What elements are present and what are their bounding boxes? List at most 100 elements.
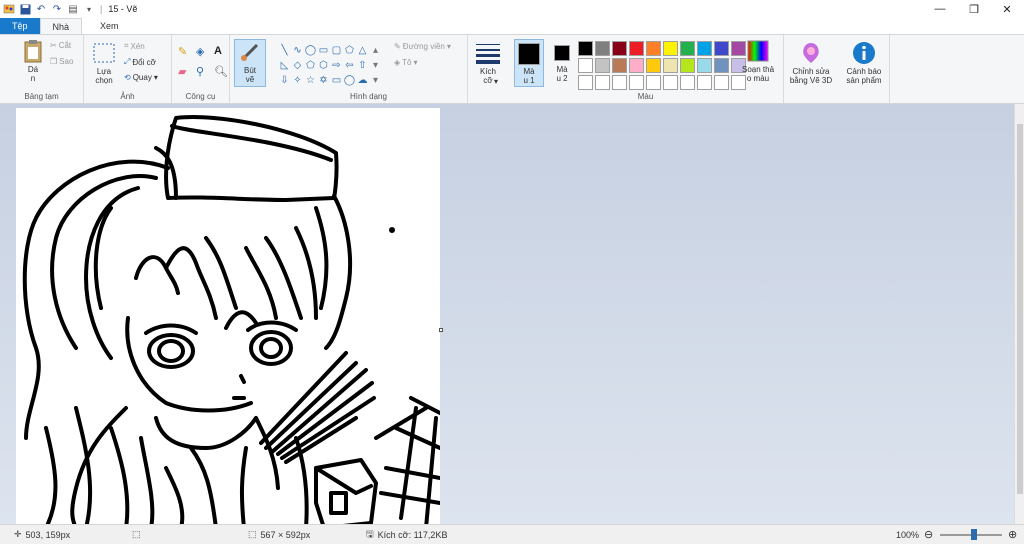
redo-icon[interactable]: ↷	[50, 2, 64, 16]
brushes-button[interactable]: Bút vẽ	[234, 39, 266, 87]
palette-swatch[interactable]	[697, 75, 712, 90]
save-icon[interactable]	[18, 2, 32, 16]
rectangle-shape-icon[interactable]: ▭	[317, 43, 330, 58]
paint-app-icon[interactable]	[2, 2, 16, 16]
palette-swatch[interactable]	[595, 75, 610, 90]
edit-colors-label: Soạn thả o màu	[741, 65, 775, 83]
curve-shape-icon[interactable]: ∿	[291, 43, 304, 58]
palette-swatch[interactable]	[629, 58, 644, 73]
paste-button[interactable]: Dá n	[20, 39, 46, 83]
copy-button[interactable]: ❐ Sao	[50, 57, 73, 66]
diamond-shape-icon[interactable]: ◇	[291, 58, 304, 73]
palette-swatch[interactable]	[612, 58, 627, 73]
edit-colors-button[interactable]: Soạn thả o màu	[738, 39, 778, 83]
print-icon[interactable]: ▤	[66, 2, 80, 16]
palette-swatch[interactable]	[595, 41, 610, 56]
fill-icon: ◈	[394, 58, 401, 67]
palette-swatch[interactable]	[714, 58, 729, 73]
close-icon[interactable]: ✕	[990, 0, 1024, 18]
right-triangle-shape-icon[interactable]: ◺	[278, 58, 291, 73]
tab-home[interactable]: Nhà	[39, 18, 83, 34]
zoom-slider-thumb[interactable]	[971, 529, 977, 540]
color1-button[interactable]: Mà u 1	[514, 39, 544, 87]
up-arrow-shape-icon[interactable]: ⇧	[356, 58, 369, 73]
canvas-resize-handle[interactable]	[439, 328, 443, 332]
four-point-star-shape-icon[interactable]: ✧	[291, 73, 304, 88]
palette-swatch[interactable]	[629, 41, 644, 56]
scroll-up-icon[interactable]: ▴	[369, 43, 382, 58]
rounded-callout-shape-icon[interactable]: ▭	[330, 73, 343, 88]
product-alert-button[interactable]: Cảnh báo sản phẩm	[840, 41, 888, 85]
crop-button[interactable]: ⌗ Xén	[124, 41, 145, 51]
canvas-workspace[interactable]	[0, 104, 1014, 524]
zoom-out-icon[interactable]: ⊖	[924, 528, 933, 541]
cut-button[interactable]: ✂ Cắt	[50, 41, 71, 50]
palette-swatch[interactable]	[697, 41, 712, 56]
six-point-star-shape-icon[interactable]: ✡	[317, 73, 330, 88]
fill-bucket-icon[interactable]: ◈	[196, 45, 204, 58]
file-size-icon: 🖫︎	[366, 528, 374, 539]
palette-swatch[interactable]	[663, 58, 678, 73]
palette-swatch[interactable]	[714, 75, 729, 90]
line-shape-icon[interactable]: ╲	[278, 43, 291, 58]
oval-callout-shape-icon[interactable]: ◯	[343, 73, 356, 88]
five-point-star-shape-icon[interactable]: ☆	[304, 73, 317, 88]
rotate-button[interactable]: ⟲ Quay ▾	[124, 73, 158, 82]
triangle-shape-icon[interactable]: △	[356, 43, 369, 58]
magnifier-icon[interactable]: 🔍︎	[214, 65, 228, 78]
left-arrow-shape-icon[interactable]: ⇦	[343, 58, 356, 73]
tab-file[interactable]: Tệp	[0, 18, 40, 34]
edit-with-paint3d-button[interactable]: Chỉnh sửa bằng Vẽ 3D	[786, 41, 836, 85]
tab-view[interactable]: Xem	[82, 18, 131, 34]
outline-button[interactable]: ✎ Đường viền ▾	[394, 42, 451, 51]
fill-button[interactable]: ◈ Tô ▾	[394, 58, 418, 67]
palette-swatch[interactable]	[578, 58, 593, 73]
undo-icon[interactable]: ↶	[34, 2, 48, 16]
palette-swatch[interactable]	[612, 41, 627, 56]
palette-swatch[interactable]	[663, 75, 678, 90]
palette-swatch[interactable]	[578, 41, 593, 56]
palette-swatch[interactable]	[612, 75, 627, 90]
select-button[interactable]: Lựa chọn	[90, 41, 118, 85]
text-icon[interactable]: A	[214, 45, 222, 57]
palette-swatch[interactable]	[680, 58, 695, 73]
right-arrow-shape-icon[interactable]: ⇨	[330, 58, 343, 73]
palette-swatch[interactable]	[629, 75, 644, 90]
pentagon-shape-icon[interactable]: ⬠	[304, 58, 317, 73]
palette-swatch[interactable]	[714, 41, 729, 56]
rounded-rectangle-shape-icon[interactable]: ▢	[330, 43, 343, 58]
eraser-icon[interactable]: ▰	[178, 65, 186, 78]
palette-swatch[interactable]	[646, 75, 661, 90]
scroll-down-icon[interactable]: ▾	[369, 58, 382, 73]
minimize-icon[interactable]: —	[923, 0, 957, 18]
vertical-scrollbar[interactable]	[1014, 104, 1024, 524]
down-arrow-shape-icon[interactable]: ⇩	[278, 73, 291, 88]
hexagon-shape-icon[interactable]: ⬡	[317, 58, 330, 73]
customize-toolbar-chevron-icon[interactable]: ▾	[82, 2, 96, 16]
color2-button[interactable]: Mà u 2	[548, 39, 576, 83]
color-picker-icon[interactable]: ⚲	[196, 65, 204, 78]
more-shapes-icon[interactable]: ▾	[369, 73, 382, 88]
size-button[interactable]: Kích cỡ ▾	[474, 41, 502, 86]
zoom-in-icon[interactable]: ⊕	[1008, 528, 1017, 541]
fill-label: Tô	[402, 58, 412, 67]
oval-shape-icon[interactable]: ◯	[304, 43, 317, 58]
resize-button[interactable]: ⤢ Đổi cỡ	[124, 57, 156, 67]
pencil-icon[interactable]: ✎	[178, 45, 187, 58]
drawing-canvas[interactable]	[16, 108, 442, 524]
cloud-callout-shape-icon[interactable]: ☁	[356, 73, 369, 88]
palette-swatch[interactable]	[680, 41, 695, 56]
restore-icon[interactable]: ❐	[957, 0, 991, 18]
palette-swatch[interactable]	[663, 41, 678, 56]
paint3d-icon	[799, 41, 823, 65]
scrollbar-thumb[interactable]	[1017, 124, 1023, 494]
palette-swatch[interactable]	[697, 58, 712, 73]
palette-swatch[interactable]	[646, 58, 661, 73]
palette-swatch[interactable]	[595, 58, 610, 73]
rotate-chevron-icon: ▾	[153, 73, 158, 82]
resize-label: Đổi cỡ	[132, 57, 156, 67]
palette-swatch[interactable]	[646, 41, 661, 56]
palette-swatch[interactable]	[578, 75, 593, 90]
palette-swatch[interactable]	[680, 75, 695, 90]
polygon-shape-icon[interactable]: ⬠	[343, 43, 356, 58]
